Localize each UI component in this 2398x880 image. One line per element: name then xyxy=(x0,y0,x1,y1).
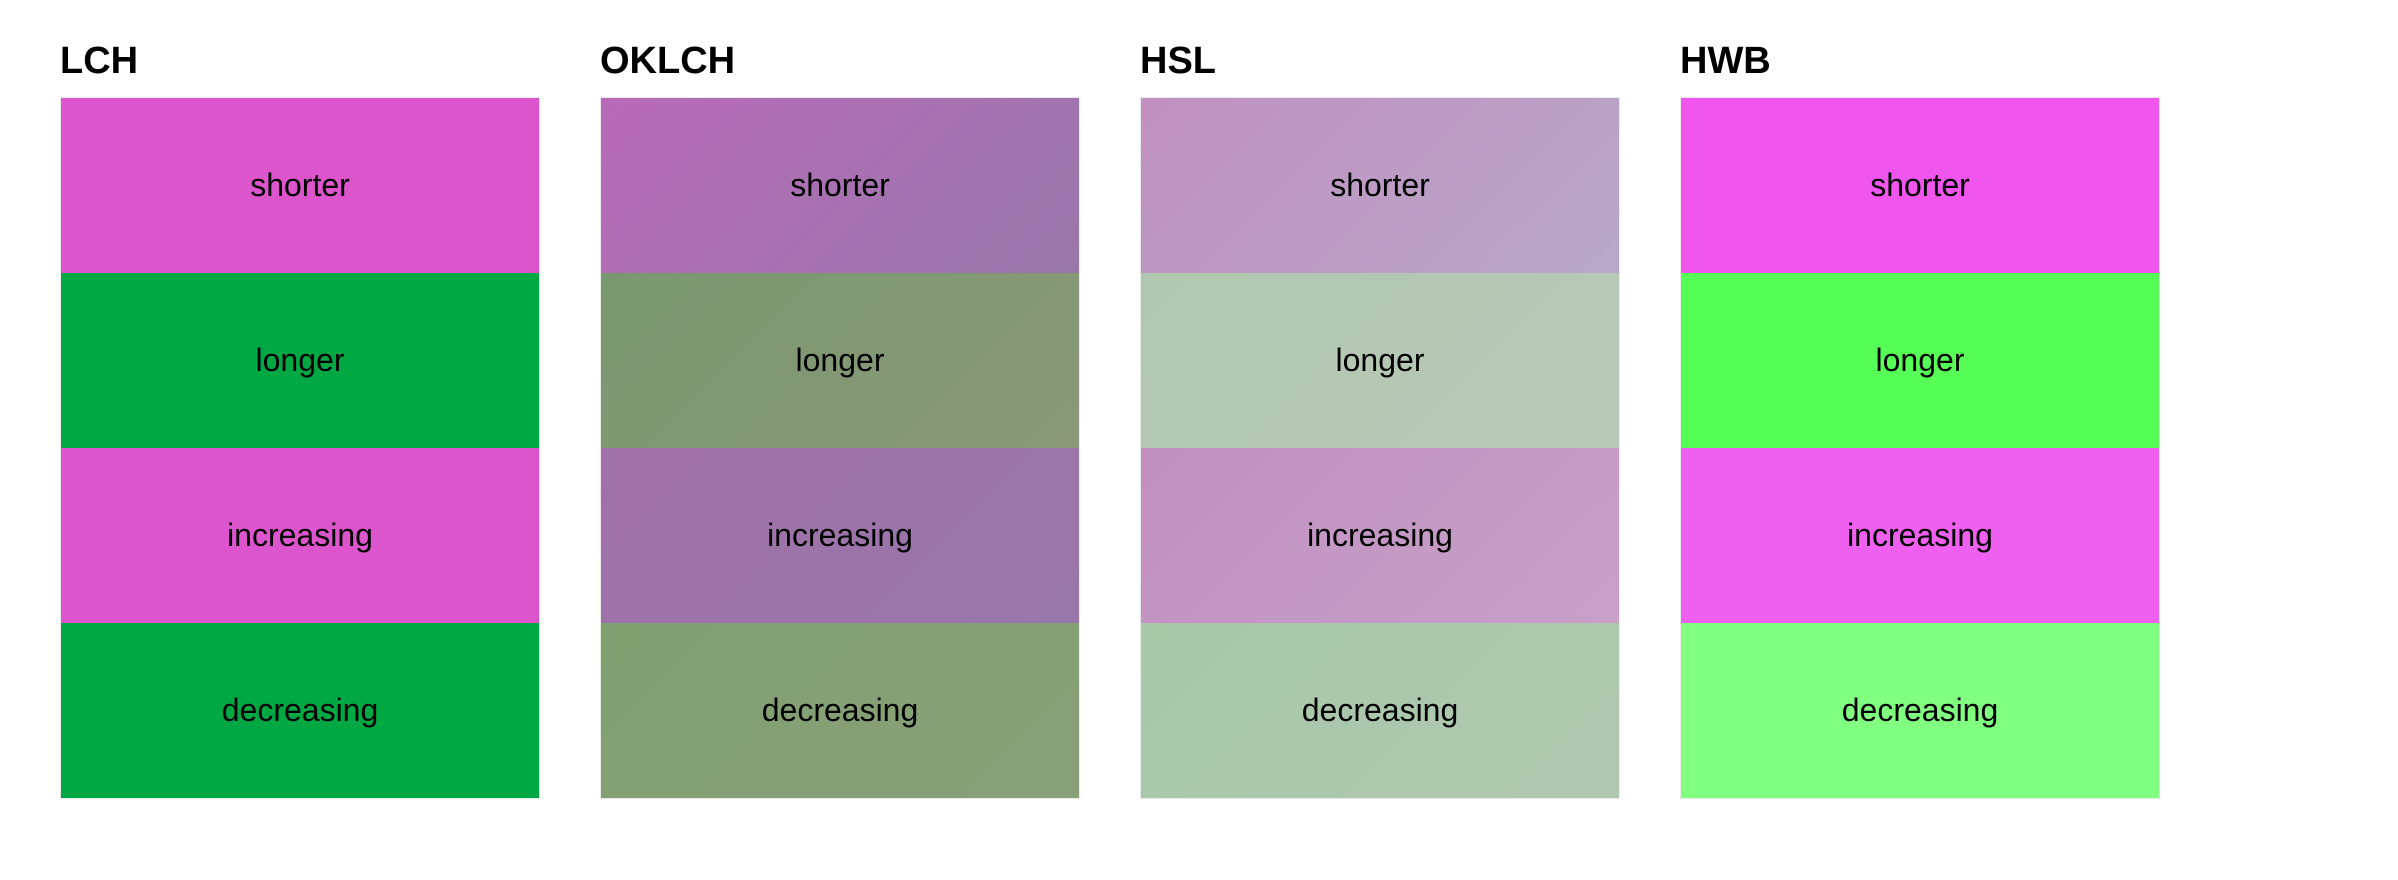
cell-oklch-longer: longer xyxy=(601,273,1079,448)
cell-lch-shorter: shorter xyxy=(61,98,539,273)
cell-hwb-increasing: increasing xyxy=(1681,448,2159,623)
color-card-oklch: shorterlongerincreasingdecreasing xyxy=(600,97,1080,799)
group-title-oklch: OKLCH xyxy=(600,40,1080,83)
cell-lch-longer: longer xyxy=(61,273,539,448)
cell-oklch-increasing: increasing xyxy=(601,448,1079,623)
color-card-hwb: shorterlongerincreasingdecreasing xyxy=(1680,97,2160,799)
group-oklch: OKLCH shorterlongerincreasingdecreasing xyxy=(600,40,1080,799)
cell-hwb-longer: longer xyxy=(1681,273,2159,448)
page-container: LCHshorterlongerincreasingdecreasingOKLC… xyxy=(60,40,2338,799)
color-card-lch: shorterlongerincreasingdecreasing xyxy=(60,97,540,799)
cell-hwb-shorter: shorter xyxy=(1681,98,2159,273)
cell-hsl-longer: longer xyxy=(1141,273,1619,448)
group-lch: LCH shorterlongerincreasingdecreasing xyxy=(60,40,540,799)
cell-hsl-shorter: shorter xyxy=(1141,98,1619,273)
cell-oklch-shorter: shorter xyxy=(601,98,1079,273)
group-hwb: HWB shorterlongerincreasingdecreasing xyxy=(1680,40,2160,799)
group-title-hsl: HSL xyxy=(1140,40,1620,83)
group-hsl: HSL shorterlongerincreasingdecreasing xyxy=(1140,40,1620,799)
cell-lch-increasing: increasing xyxy=(61,448,539,623)
cell-hsl-increasing: increasing xyxy=(1141,448,1619,623)
group-title-lch: LCH xyxy=(60,40,540,83)
group-title-hwb: HWB xyxy=(1680,40,2160,83)
cell-oklch-decreasing: decreasing xyxy=(601,623,1079,798)
cell-hsl-decreasing: decreasing xyxy=(1141,623,1619,798)
cell-hwb-decreasing: decreasing xyxy=(1681,623,2159,798)
color-card-hsl: shorterlongerincreasingdecreasing xyxy=(1140,97,1620,799)
cell-lch-decreasing: decreasing xyxy=(61,623,539,798)
